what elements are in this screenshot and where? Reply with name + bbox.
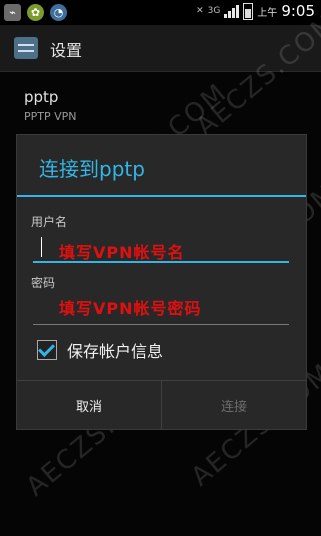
connect-button[interactable]: 连接: [162, 381, 306, 429]
dialog-title: 连接到pptp: [39, 157, 145, 181]
signal-icon: [224, 4, 240, 18]
settings-app-icon[interactable]: [14, 37, 38, 59]
password-label: 密码: [31, 276, 56, 290]
text-caret: [41, 237, 42, 257]
page-title: 设置: [50, 41, 83, 60]
network-type: 3G: [207, 6, 221, 16]
vpn-item-type: PPTP VPN: [24, 110, 77, 123]
username-label: 用户名: [31, 215, 68, 229]
cancel-button[interactable]: 取消: [17, 381, 161, 429]
status-icons: ✕ 3G 上午 9:05: [196, 2, 315, 20]
dialog-title-divider: [17, 195, 306, 197]
usb-icon: ⌁: [4, 4, 21, 21]
save-account-row[interactable]: 保存帐户信息: [37, 338, 163, 362]
username-annotation: 填写VPN帐号名: [59, 243, 185, 262]
clock-time: 9:05: [281, 2, 315, 20]
chat-notification-icon: ◔: [50, 4, 67, 21]
mute-icon: ✕: [196, 6, 204, 16]
password-annotation: 填写VPN帐号密码: [59, 299, 202, 318]
app-notification-icon: ✿: [27, 4, 44, 21]
vpn-item-name[interactable]: pptp: [24, 88, 58, 106]
notification-icons: ⌁ ✿ ◔: [4, 4, 67, 21]
vpn-connect-dialog: 连接到pptp 用户名 填写VPN帐号名 密码 填写VPN帐号密码 保存帐户信息…: [16, 134, 307, 430]
battery-icon: [243, 2, 254, 20]
save-account-checkbox[interactable]: [37, 340, 57, 360]
save-account-label: 保存帐户信息: [67, 342, 164, 361]
status-bar: ⌁ ✿ ◔ ✕ 3G 上午 9:05: [0, 0, 321, 25]
clock-ampm: 上午: [257, 7, 278, 19]
